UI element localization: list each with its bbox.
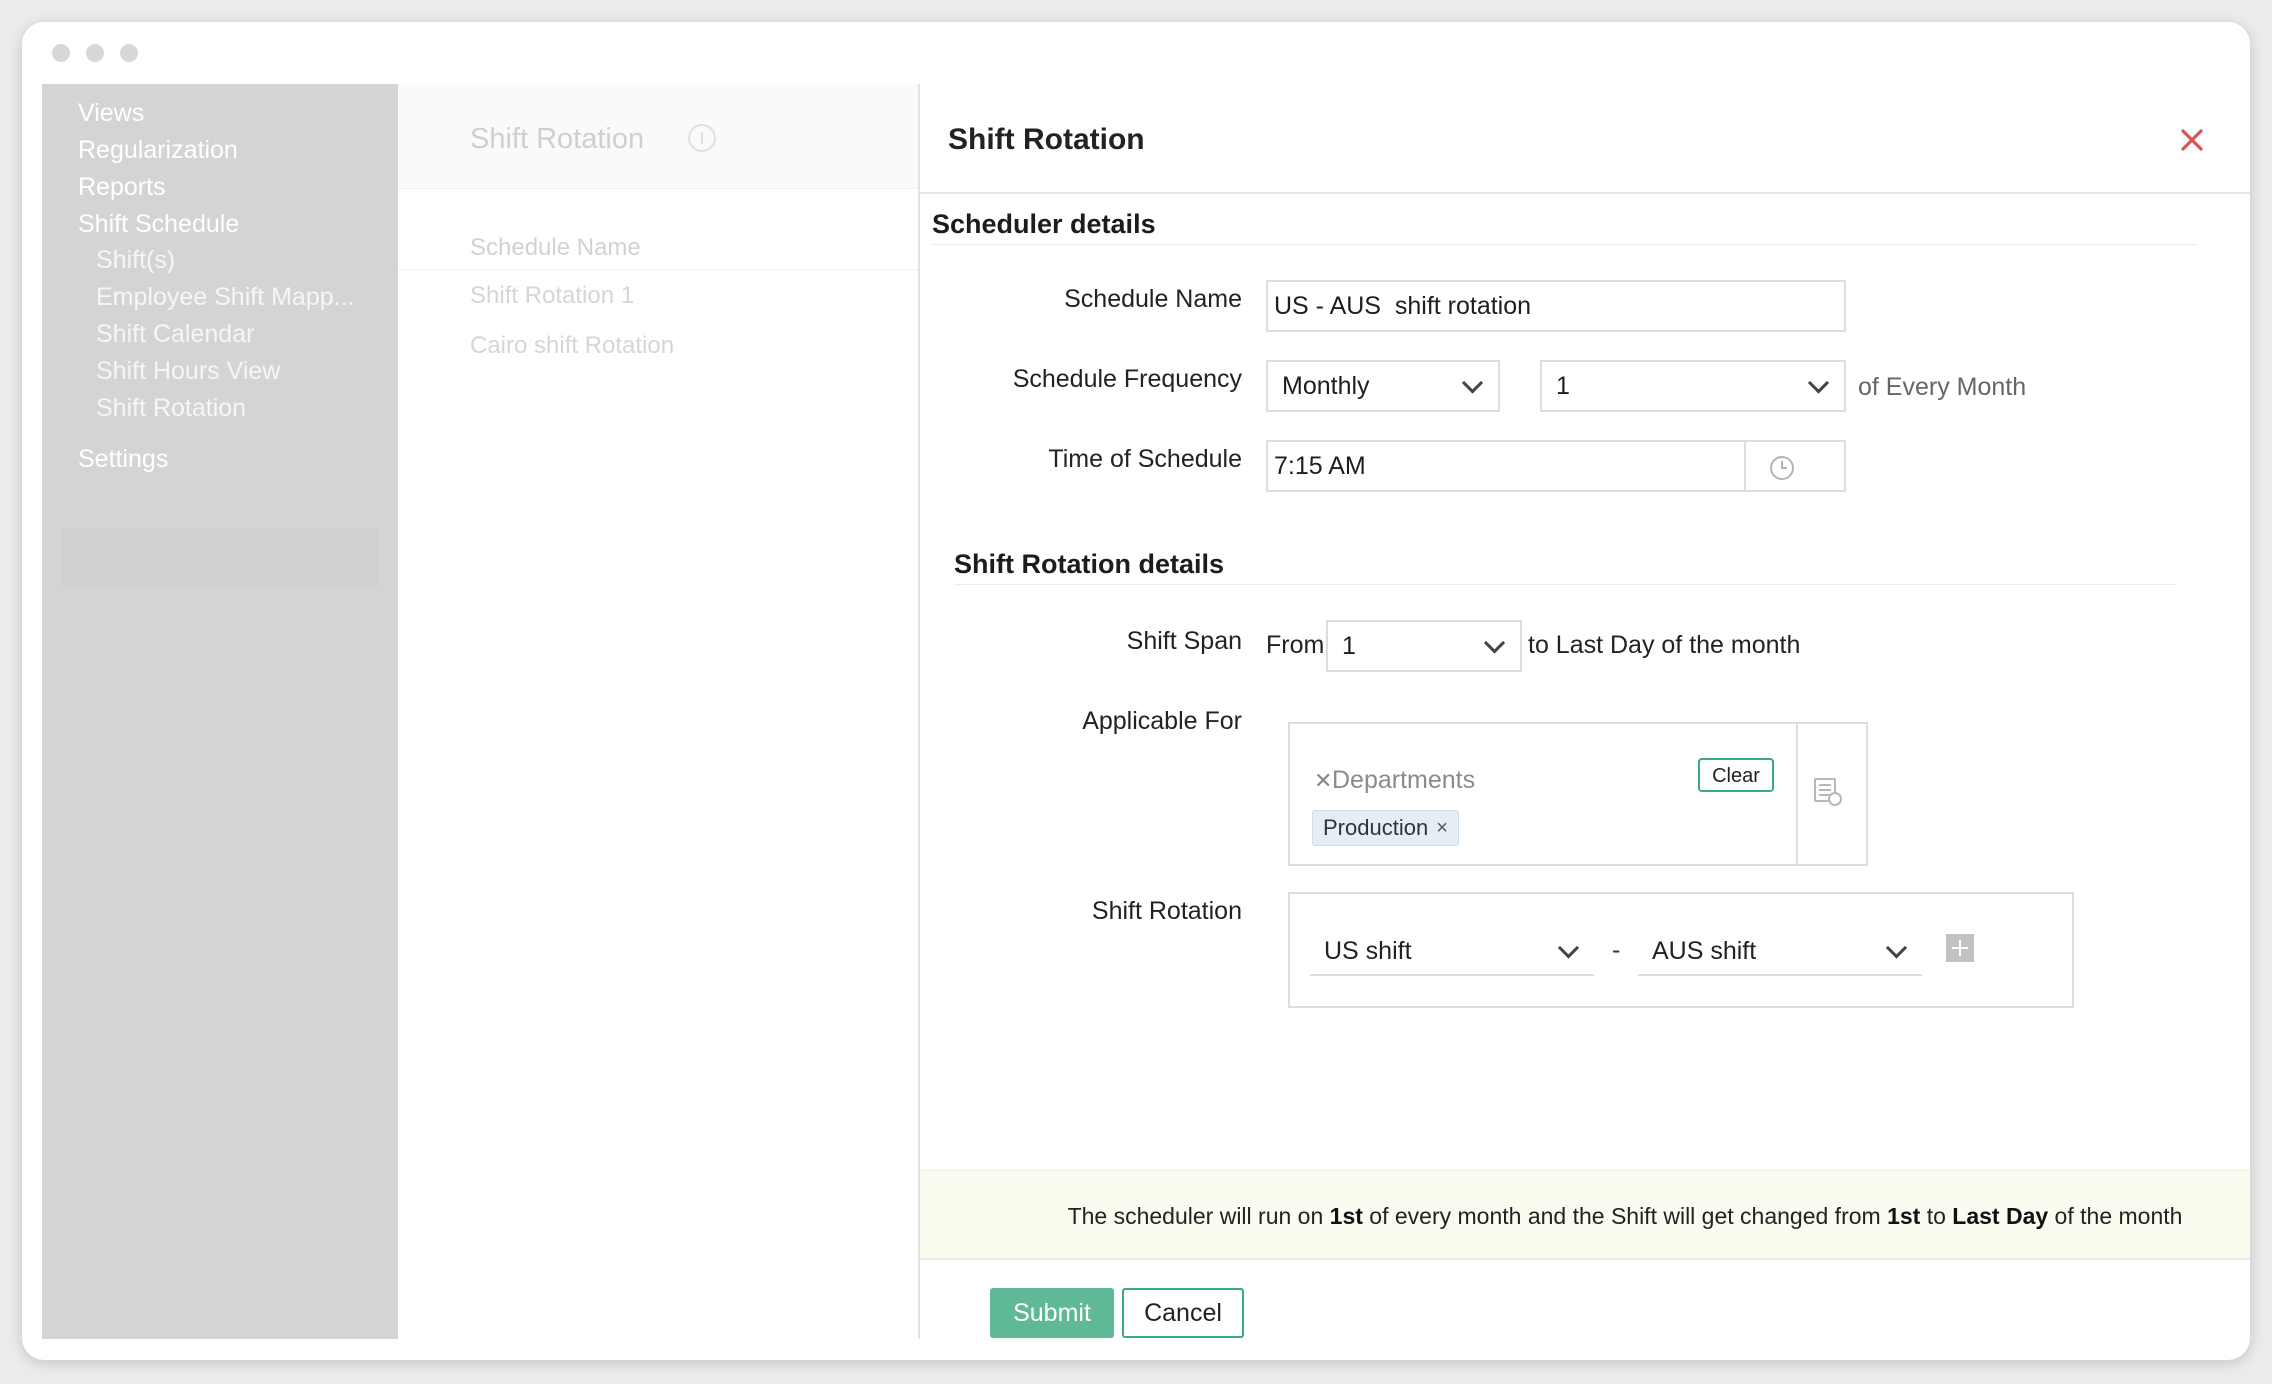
shift-span-label: Shift Span (1126, 627, 1242, 655)
second-shift-select[interactable]: AUS shift (1638, 928, 1922, 976)
close-icon[interactable] (2178, 126, 2206, 154)
field-divider (1796, 724, 1798, 864)
submit-button[interactable]: Submit (990, 1288, 1114, 1338)
shift-span-from-text: From (1266, 631, 1325, 659)
applicable-for-label: Applicable For (1082, 707, 1242, 735)
window-minimize-dot[interactable] (86, 44, 104, 62)
list-item[interactable]: Cairo shift Rotation (470, 332, 674, 360)
sidebar-item-settings[interactable]: Settings (78, 444, 168, 474)
remove-tag-icon[interactable]: × (1436, 817, 1448, 840)
sidebar-item-views[interactable]: Views (78, 98, 144, 128)
schedule-frequency-label: Schedule Frequency (1012, 365, 1242, 393)
window-controls (52, 44, 138, 62)
remove-category-icon[interactable]: ✕ (1314, 768, 1332, 794)
summary-bold: Last Day (1952, 1203, 2049, 1229)
applicable-category: Departments (1332, 766, 1476, 794)
add-shift-icon[interactable] (1946, 934, 1974, 962)
shift-rotation-details-heading: Shift Rotation details (954, 549, 1224, 579)
cancel-button[interactable]: Cancel (1122, 1288, 1244, 1338)
sidebar-item-regularization[interactable]: Regularization (78, 135, 238, 165)
sidebar-active-highlight (62, 528, 378, 588)
sidebar-item-reports[interactable]: Reports (78, 172, 166, 202)
frequency-value: Monthly (1282, 371, 1370, 400)
chevron-down-icon (1885, 937, 1908, 959)
sidebar-item-shift-hours-view[interactable]: Shift Hours View (96, 356, 280, 386)
tag-production: Production × (1312, 810, 1459, 846)
summary-text: of every month and the Shift will get ch… (1362, 1203, 1888, 1229)
schedule-summary-banner: The scheduler will run on 1st of every m… (920, 1170, 2250, 1260)
clock-icon (1770, 456, 1794, 480)
time-of-schedule-label: Time of Schedule (1048, 445, 1242, 473)
rotation-separator: - (1612, 936, 1621, 964)
frequency-day-select[interactable]: 1 (1540, 360, 1846, 412)
sidebar-item-shift-rotation[interactable]: Shift Rotation (96, 393, 246, 423)
summary-bold: 1st (1887, 1203, 1921, 1229)
info-icon[interactable] (688, 124, 716, 152)
app-window: Views Regularization Reports Shift Sched… (22, 22, 2250, 1360)
second-shift-value: AUS shift (1652, 936, 1757, 965)
window-close-dot[interactable] (52, 44, 70, 62)
list-panel-title: Shift Rotation (470, 123, 645, 155)
row-divider (398, 269, 918, 270)
scheduler-details-heading: Scheduler details (932, 209, 1156, 239)
section-divider (954, 584, 2176, 585)
select-list-icon[interactable] (1814, 778, 1842, 806)
sidebar-item-employee-shift-mapping[interactable]: Employee Shift Mapp... (96, 282, 354, 312)
sidebar-item-shift-calendar[interactable]: Shift Calendar (96, 319, 254, 349)
chevron-down-icon (1483, 632, 1506, 654)
chevron-down-icon (1557, 937, 1580, 959)
section-divider (932, 244, 2198, 245)
chevron-down-icon (1461, 372, 1484, 394)
summary-text: to (1920, 1203, 1953, 1229)
first-shift-value: US shift (1324, 936, 1412, 965)
chevron-down-icon (1807, 372, 1830, 394)
clear-button[interactable]: Clear (1698, 758, 1774, 792)
column-header-schedule-name: Schedule Name (470, 234, 641, 261)
schedule-name-input[interactable] (1266, 280, 1846, 332)
time-picker-button[interactable] (1744, 442, 1818, 490)
schedule-list-panel: Shift Rotation Schedule Name Shift Rotat… (398, 84, 918, 1339)
schedule-name-label: Schedule Name (1064, 285, 1242, 313)
dialog-title: Shift Rotation (948, 123, 1145, 156)
frequency-day-value: 1 (1556, 371, 1570, 400)
list-item[interactable]: Shift Rotation 1 (470, 282, 634, 310)
tag-label: Production (1323, 815, 1429, 840)
first-shift-select[interactable]: US shift (1310, 928, 1594, 976)
applicable-for-field[interactable]: ✕ Departments Clear Production × (1288, 722, 1868, 866)
dialog-header-divider (920, 192, 2250, 194)
summary-text: of the month (2048, 1203, 2183, 1229)
frequency-suffix: of Every Month (1858, 373, 2027, 401)
sidebar: Views Regularization Reports Shift Sched… (42, 84, 398, 1339)
shift-span-to-text: to Last Day of the month (1528, 631, 1801, 659)
shift-span-from-select[interactable]: 1 (1326, 620, 1522, 672)
sidebar-item-shifts[interactable]: Shift(s) (96, 245, 175, 275)
list-panel-header: Shift Rotation (398, 84, 918, 189)
summary-bold: 1st (1329, 1203, 1363, 1229)
shift-rotation-field: US shift - AUS shift (1288, 892, 2074, 1008)
window-maximize-dot[interactable] (120, 44, 138, 62)
shift-rotation-label: Shift Rotation (1091, 897, 1242, 925)
summary-text: The scheduler will run on (1067, 1203, 1330, 1229)
sidebar-item-shift-schedule[interactable]: Shift Schedule (78, 209, 239, 239)
frequency-select[interactable]: Monthly (1266, 360, 1500, 412)
shift-span-from-value: 1 (1342, 631, 1356, 660)
